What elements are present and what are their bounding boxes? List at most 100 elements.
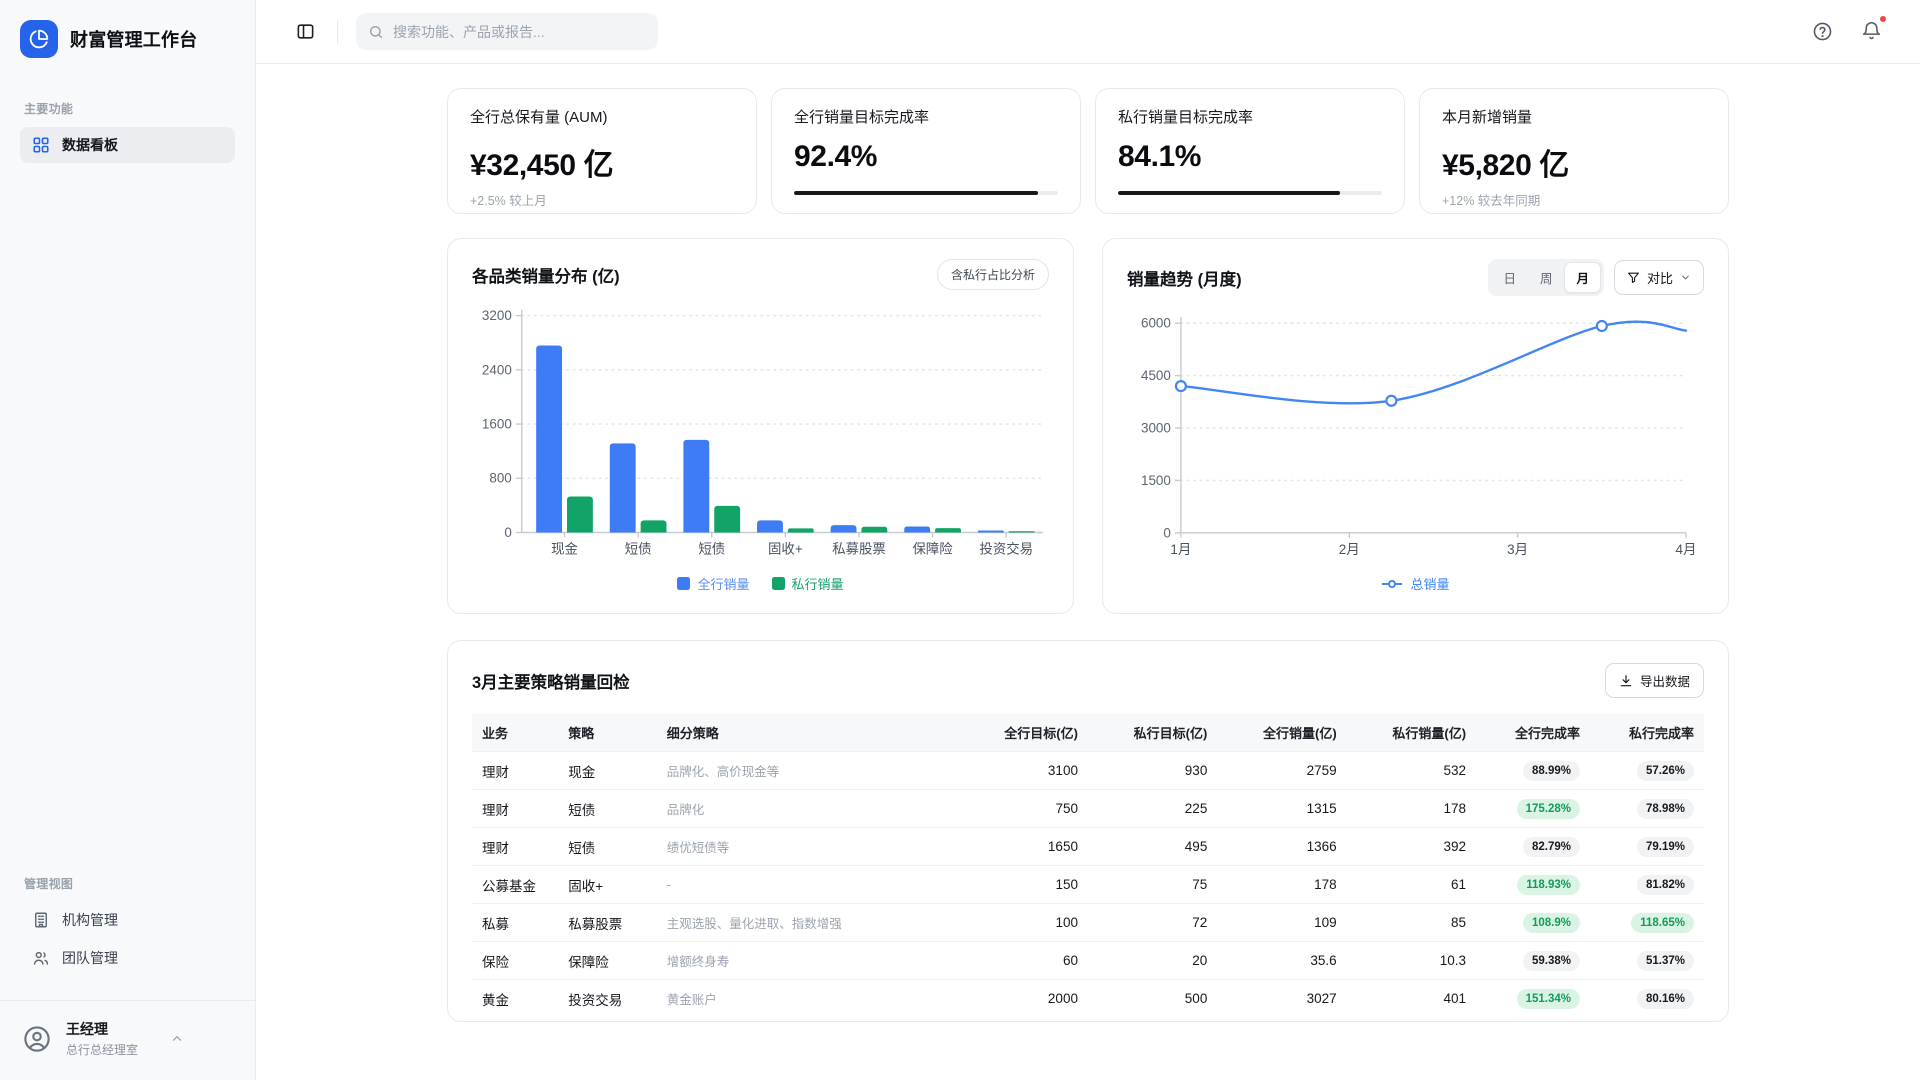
kpi-row: 全行总保有量 (AUM) ¥32,450 亿 +2.5% 较上月 全行销量目标完成率 9… xyxy=(447,88,1729,214)
cell: 1315 xyxy=(1217,789,1347,828)
pie-chart-icon xyxy=(29,29,49,49)
rate-badge: 57.26% xyxy=(1636,760,1694,781)
cell: 930 xyxy=(1087,751,1218,790)
bank-completion-cell: 59.38% xyxy=(1476,941,1590,980)
table-row: 私募 私募股票 主观选股、量化进取、指数增强 100 72 109 85 108.9% 118.… xyxy=(472,903,1704,942)
bar-chart-legend: 全行销量 私行销量 xyxy=(472,574,1049,593)
legend-item-私行销量[interactable]: 私行销量 xyxy=(771,574,844,593)
svg-text:1600: 1600 xyxy=(482,417,512,432)
table-row: 理财 短债 绩优短债等 1650 495 1366 392 82.79% 79.19% xyxy=(472,827,1704,866)
cell: 225 xyxy=(1087,789,1218,828)
topbar-actions xyxy=(1808,15,1887,46)
bar-chart-card: 各品类销量分布 (亿) 含私行占比分析 0 800 1600 2400 3200 现金 短债… xyxy=(447,238,1074,614)
cell: 10.3 xyxy=(1346,941,1477,980)
line-chart-card: 销量趋势 (月度) 日周月 对比 0 1500 3000 4500 6000 1… xyxy=(1102,238,1729,614)
export-data-button[interactable]: 导出数据 xyxy=(1604,663,1704,698)
rate-badge: 118.65% xyxy=(1631,912,1694,933)
bar-chart-svg: 0 800 1600 2400 3200 现金 短债 短债 固收+ 私募股票 保障险 投资交易 xyxy=(482,308,1044,556)
cell: 1366 xyxy=(1217,827,1347,866)
topbar xyxy=(256,0,1920,64)
sidebar-item-team-management[interactable]: 团队管理 xyxy=(20,940,235,976)
svg-text:固收+: 固收+ xyxy=(768,541,803,556)
kpi-progress-bar xyxy=(1118,191,1382,195)
range-option-周[interactable]: 周 xyxy=(1528,262,1565,293)
svg-text:800: 800 xyxy=(489,471,511,486)
legend-label: 私行销量 xyxy=(791,577,844,592)
cell: 主观选股、量化进取、指数增强 xyxy=(656,903,965,942)
sidebar-item-org-management[interactable]: 机构管理 xyxy=(20,902,235,938)
chevron-down-icon xyxy=(1680,272,1691,283)
building-icon xyxy=(32,911,50,929)
compare-button[interactable]: 对比 xyxy=(1613,260,1704,295)
rate-badge: 59.38% xyxy=(1522,950,1580,971)
kpi-title: 本月新增销量 xyxy=(1442,109,1533,126)
bank-completion-cell: 108.9% xyxy=(1476,903,1590,942)
strategy-table: 业务 策略 细分策略 全行目标(亿) 私行目标(亿) 全行销量(亿) 私行销量(亿) 全行完成… xyxy=(472,714,1704,1018)
rate-badge: 51.37% xyxy=(1636,950,1694,971)
table-row: 公募基金 固收+ -150 75 178 61 118.93% 81.82% xyxy=(472,865,1704,904)
legend-item-总销量[interactable]: 总销量 xyxy=(1381,574,1450,593)
cell: 75 xyxy=(1087,865,1218,904)
notifications-button[interactable] xyxy=(1857,15,1887,46)
svg-text:3200: 3200 xyxy=(482,308,512,323)
cell: 品牌化、高价现金等 xyxy=(656,751,965,790)
user-menu[interactable]: 王经理 总行总经理室 xyxy=(0,1001,255,1080)
kpi-title: 私行销量目标完成率 xyxy=(1118,109,1254,126)
rate-badge: 108.9% xyxy=(1522,912,1580,933)
table-title: 3月主要策略销量回检 xyxy=(472,673,630,692)
line-chart-svg: 0 1500 3000 4500 6000 1月 2月 3月 4月 xyxy=(1141,316,1697,557)
cell: 固收+ xyxy=(558,865,657,904)
cell: 61 xyxy=(1346,865,1477,904)
line-chart: 0 1500 3000 4500 6000 1月 2月 3月 4月 xyxy=(1127,306,1704,570)
search-box[interactable] xyxy=(356,13,658,50)
notification-dot xyxy=(1879,15,1887,23)
cell: 3027 xyxy=(1217,979,1347,1018)
app-title: 财富管理工作台 xyxy=(70,30,198,50)
cell: 绩优短债等 xyxy=(656,827,965,866)
bank-completion-cell: 151.34% xyxy=(1476,979,1590,1018)
rate-badge: 79.19% xyxy=(1636,836,1694,857)
legend-swatch xyxy=(771,577,785,590)
rate-badge: 81.82% xyxy=(1636,874,1694,895)
svg-text:短债: 短债 xyxy=(625,541,652,556)
bank-completion-cell: 82.79% xyxy=(1476,827,1590,866)
range-segmented-control: 日周月 xyxy=(1488,259,1604,296)
private-completion-cell: 51.37% xyxy=(1590,941,1704,980)
legend-item-全行销量[interactable]: 全行销量 xyxy=(677,574,750,593)
cell: 短债 xyxy=(558,827,657,866)
rate-badge: 175.28% xyxy=(1516,798,1580,819)
private-share-analysis-badge[interactable]: 含私行占比分析 xyxy=(936,259,1049,290)
cell: 公募基金 xyxy=(472,865,559,904)
sidebar-section-management: 管理视图 机构管理 团队管理 xyxy=(0,875,255,978)
sidebar-item-label: 数据看板 xyxy=(62,137,118,153)
svg-text:3000: 3000 xyxy=(1141,421,1171,436)
svg-text:2月: 2月 xyxy=(1339,542,1360,557)
legend-label: 全行销量 xyxy=(697,577,750,592)
app-logo xyxy=(20,20,58,58)
range-option-月[interactable]: 月 xyxy=(1564,262,1601,293)
kpi-value: 92.4% xyxy=(794,140,878,173)
column-header-业务: 业务 xyxy=(482,726,509,741)
content: 全行总保有量 (AUM) ¥32,450 亿 +2.5% 较上月 全行销量目标完成率 9… xyxy=(256,64,1920,1080)
panel-left-icon xyxy=(296,22,315,41)
kpi-value: ¥5,820 亿 xyxy=(1442,149,1569,182)
search-input[interactable] xyxy=(393,23,646,40)
column-header-全行销量(亿): 全行销量(亿) xyxy=(1263,726,1337,741)
sidebar-item-dashboard[interactable]: 数据看板 xyxy=(20,127,235,163)
line-legend-marker xyxy=(1382,579,1403,588)
kpi-value: 84.1% xyxy=(1118,140,1202,173)
range-option-日[interactable]: 日 xyxy=(1491,262,1528,293)
cell: 500 xyxy=(1087,979,1218,1018)
cell: 532 xyxy=(1346,751,1477,790)
help-button[interactable] xyxy=(1808,17,1837,46)
cell: 109 xyxy=(1217,903,1347,942)
cell: 保障险 xyxy=(558,941,657,980)
cell: 2000 xyxy=(964,979,1088,1018)
sidebar-section-label: 管理视图 xyxy=(24,877,74,891)
search-icon xyxy=(368,24,384,40)
cell: 750 xyxy=(964,789,1088,828)
sidebar-toggle-button[interactable] xyxy=(292,18,319,45)
cell: 理财 xyxy=(472,789,559,828)
svg-text:1月: 1月 xyxy=(1170,542,1191,557)
charts-row: 各品类销量分布 (亿) 含私行占比分析 0 800 1600 2400 3200 现金 短债… xyxy=(447,238,1729,614)
